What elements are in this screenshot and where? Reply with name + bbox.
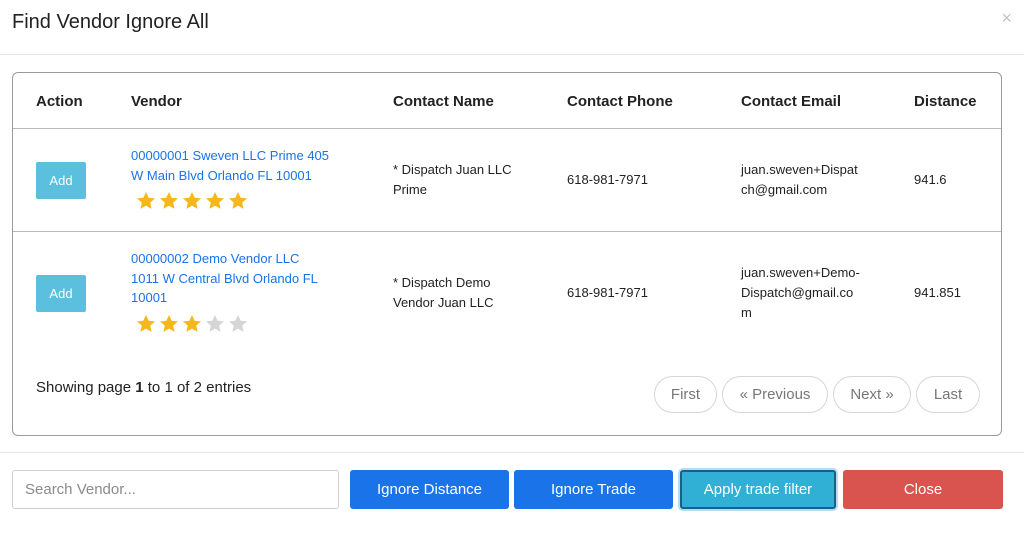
star-empty-icon xyxy=(229,315,247,332)
vendor-line: 00000002 Demo Vendor LLC xyxy=(131,251,300,266)
pagination-first[interactable]: First xyxy=(654,376,717,413)
star-filled-icon xyxy=(137,315,155,332)
pagination-previous[interactable]: « Previous xyxy=(722,376,828,413)
vendor-line: 10001 xyxy=(131,290,168,305)
contact-name-line: * Dispatch Juan LLC xyxy=(393,162,512,177)
modal-header: Find Vendor Ignore All × xyxy=(0,0,1024,55)
distance: 941.6 xyxy=(914,172,947,187)
vendor-link[interactable]: 00000001 Sweven LLC Prime 405 W Main Blv… xyxy=(131,146,356,185)
contact-name: * Dispatch Juan LLC Prime xyxy=(393,160,512,200)
add-button[interactable]: Add xyxy=(36,275,86,312)
email-line: m xyxy=(741,305,752,320)
contact-phone: 618-981-7971 xyxy=(567,172,648,187)
header-contact-name: Contact Name xyxy=(393,93,494,110)
distance: 941.851 xyxy=(914,285,961,300)
search-vendor-input[interactable] xyxy=(12,470,339,509)
info-page-number: 1 xyxy=(135,379,144,396)
pagination-next[interactable]: Next » xyxy=(833,376,911,413)
apply-trade-filter-button[interactable]: Apply trade filter xyxy=(680,470,836,509)
info-suffix: to 1 of 2 entries xyxy=(143,379,252,396)
star-filled-icon xyxy=(160,315,178,332)
rating-stars xyxy=(135,313,249,335)
table-row: Add 00000001 Sweven LLC Prime 405 W Main… xyxy=(13,130,1001,232)
header-distance: Distance xyxy=(914,93,977,110)
footer-divider xyxy=(0,452,1024,453)
star-filled-icon xyxy=(137,192,155,209)
contact-email: juan.sweven+Dispat ch@gmail.com xyxy=(741,160,858,200)
pagination-last[interactable]: Last xyxy=(916,376,980,413)
email-line: juan.sweven+Demo- xyxy=(741,265,860,280)
email-line: juan.sweven+Dispat xyxy=(741,162,858,177)
star-filled-icon xyxy=(229,192,247,209)
contact-name: * Dispatch Demo Vendor Juan LLC xyxy=(393,273,493,313)
star-filled-icon xyxy=(183,315,201,332)
star-empty-icon xyxy=(206,315,224,332)
email-line: Dispatch@gmail.co xyxy=(741,285,854,300)
table-row: Add 00000002 Demo Vendor LLC 1011 W Cent… xyxy=(13,233,1001,353)
rating-stars xyxy=(135,190,249,212)
vendor-line: W Main Blvd Orlando FL 10001 xyxy=(131,167,312,183)
header-contact-phone: Contact Phone xyxy=(567,93,673,110)
table-info: Showing page 1 to 1 of 2 entries xyxy=(36,379,251,396)
vendor-line: 1011 W Central Blvd Orlando FL xyxy=(131,270,318,286)
info-prefix: Showing page xyxy=(36,379,136,396)
contact-name-line: Vendor Juan LLC xyxy=(393,295,494,310)
star-filled-icon xyxy=(160,192,178,209)
add-button[interactable]: Add xyxy=(36,162,86,199)
close-icon[interactable]: × xyxy=(1001,8,1012,29)
email-line: ch@gmail.com xyxy=(741,182,828,197)
contact-name-line: Prime xyxy=(393,182,427,197)
ignore-distance-button[interactable]: Ignore Distance xyxy=(350,470,509,509)
star-filled-icon xyxy=(183,192,201,209)
table-header: Action Vendor Contact Name Contact Phone… xyxy=(13,73,1001,129)
modal-title: Find Vendor Ignore All xyxy=(12,11,209,33)
close-button[interactable]: Close xyxy=(843,470,1003,509)
vendor-table: Action Vendor Contact Name Contact Phone… xyxy=(12,72,1002,436)
ignore-trade-button[interactable]: Ignore Trade xyxy=(514,470,673,509)
contact-name-line: * Dispatch Demo xyxy=(393,275,491,290)
contact-phone: 618-981-7971 xyxy=(567,285,648,300)
header-contact-email: Contact Email xyxy=(741,93,842,110)
header-action: Action xyxy=(36,93,83,110)
header-vendor: Vendor xyxy=(131,93,182,110)
vendor-link[interactable]: 00000002 Demo Vendor LLC 1011 W Central … xyxy=(131,249,356,308)
star-filled-icon xyxy=(206,192,224,209)
contact-email: juan.sweven+Demo- Dispatch@gmail.co m xyxy=(741,263,860,323)
vendor-line: 00000001 Sweven LLC Prime 405 xyxy=(131,148,330,163)
